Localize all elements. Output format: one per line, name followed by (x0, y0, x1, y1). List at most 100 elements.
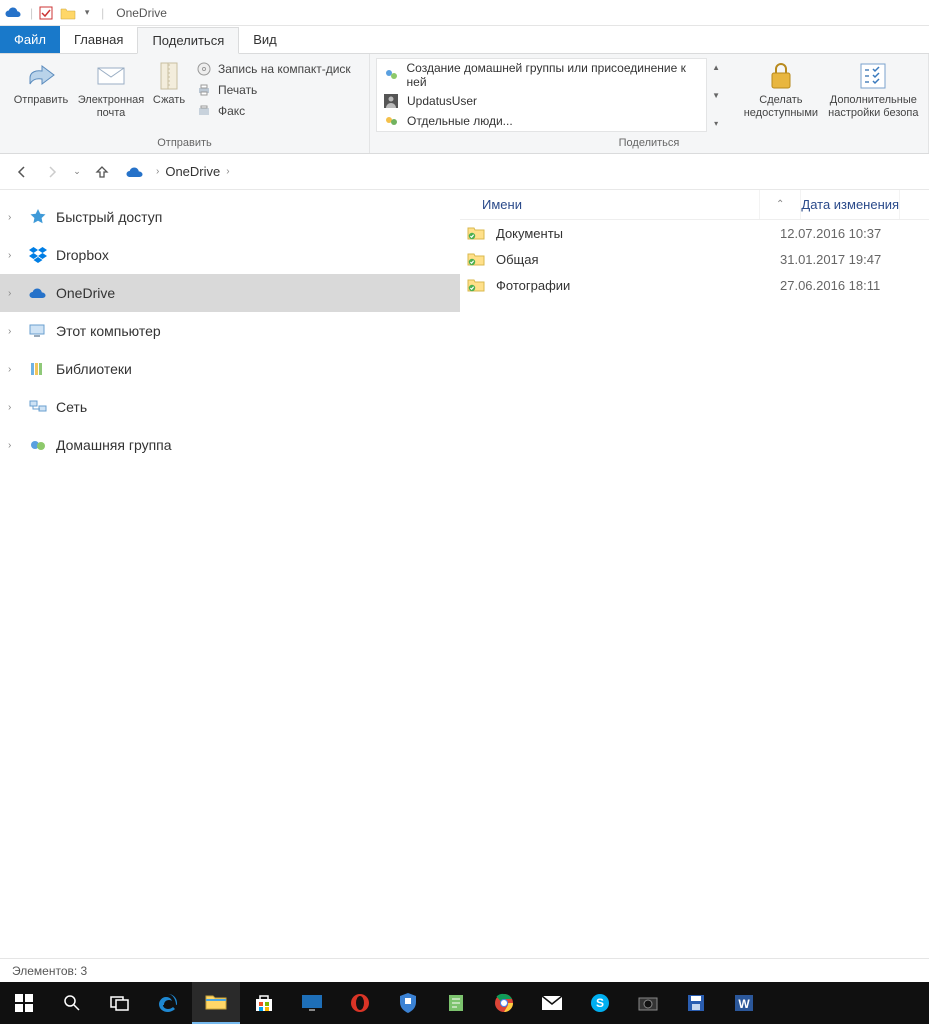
nav-forward-button[interactable] (40, 160, 64, 184)
address-bar: ⌄ › OneDrive › (0, 154, 929, 190)
send-small-list: Запись на компакт-диск Печать Факс (192, 58, 355, 120)
folder-name: Фотографии (496, 278, 780, 293)
edge-button[interactable] (144, 982, 192, 1024)
network-icon (28, 397, 48, 417)
nav-libraries[interactable]: › Библиотеки (0, 350, 460, 388)
tab-share[interactable]: Поделиться (137, 27, 239, 54)
folder-row[interactable]: Документы12.07.2016 10:37 (460, 220, 929, 246)
folder-date: 27.06.2016 18:11 (780, 278, 880, 293)
start-button[interactable] (0, 982, 48, 1024)
search-button[interactable] (48, 982, 96, 1024)
folder-row[interactable]: Общая31.01.2017 19:47 (460, 246, 929, 272)
titlebar: | ▾ | OneDrive (0, 0, 929, 26)
share-group-label: Поделиться (370, 135, 928, 153)
share-homegroup[interactable]: Создание домашней группы или присоединен… (377, 59, 706, 91)
chevron-right-icon[interactable]: › (8, 364, 22, 375)
chevron-right-icon-2[interactable]: › (226, 166, 229, 177)
printer-icon (196, 82, 212, 98)
folder-name: Документы (496, 226, 780, 241)
scroll-up-icon[interactable]: ▲ (709, 60, 723, 74)
send-group-label: Отправить (0, 135, 369, 153)
column-name[interactable]: Имени (460, 190, 760, 219)
camera-app-button[interactable] (624, 982, 672, 1024)
file-list: Документы12.07.2016 10:37Общая31.01.2017… (460, 220, 929, 298)
security-app-button[interactable] (384, 982, 432, 1024)
nav-homegroup[interactable]: › Домашняя группа (0, 426, 460, 464)
make-unavailable-button[interactable]: Сделать недоступными (737, 58, 825, 120)
mail-button[interactable] (528, 982, 576, 1024)
share-updatus-label: UpdatusUser (407, 94, 477, 108)
status-bar: Элементов: 3 (0, 958, 929, 982)
window-title: OneDrive (116, 6, 167, 20)
main-area: › Быстрый доступ › Dropbox › OneDrive › … (0, 190, 929, 960)
store-button[interactable] (240, 982, 288, 1024)
chevron-right-icon[interactable]: › (8, 212, 22, 223)
nav-onedrive[interactable]: › OneDrive (0, 274, 460, 312)
nav-recent-dropdown[interactable]: ⌄ (70, 160, 84, 184)
chevron-right-icon[interactable]: › (8, 326, 22, 337)
opera-button[interactable] (336, 982, 384, 1024)
sort-indicator-icon[interactable]: ⌃ (760, 190, 801, 219)
chevron-right-icon[interactable]: › (8, 288, 22, 299)
scroll-more-icon[interactable]: ▾ (709, 116, 723, 130)
make-unavailable-label: Сделать недоступными (737, 94, 825, 120)
tab-file[interactable]: Файл (0, 26, 60, 53)
ribbon: Отправить Электронная почта Сжать (0, 54, 929, 154)
advanced-security-button[interactable]: Дополнительные настройки безопа (825, 58, 922, 120)
breadcrumb-onedrive[interactable]: OneDrive (165, 164, 220, 179)
properties-check-icon[interactable] (37, 4, 55, 22)
email-button[interactable]: Электронная почта (76, 58, 146, 120)
nav-up-button[interactable] (90, 160, 114, 184)
scroll-down-icon[interactable]: ▼ (709, 88, 723, 102)
breadcrumb[interactable]: › OneDrive › (120, 159, 919, 185)
status-element-count: Элементов: 3 (12, 964, 87, 978)
share-with-list: Создание домашней группы или присоединен… (376, 58, 707, 132)
share-updatususer[interactable]: UpdatusUser (377, 91, 706, 111)
tab-home[interactable]: Главная (60, 26, 137, 53)
print-button[interactable]: Печать (192, 81, 355, 99)
tab-view[interactable]: Вид (239, 26, 291, 53)
checklist-icon (857, 60, 889, 92)
star-icon (28, 207, 48, 227)
word-button[interactable]: W (720, 982, 768, 1024)
burn-disc-button[interactable]: Запись на компакт-диск (192, 60, 355, 78)
ribbon-tabs: Файл Главная Поделиться Вид (0, 26, 929, 54)
chevron-right-icon[interactable]: › (8, 402, 22, 413)
fax-button[interactable]: Факс (192, 102, 355, 120)
qa-dropdown-icon[interactable]: ▾ (81, 4, 93, 22)
nav-quick-label: Быстрый доступ (56, 209, 162, 225)
taskbar: S W (0, 982, 929, 1024)
compress-button[interactable]: Сжать (146, 58, 192, 107)
send-button[interactable]: Отправить (6, 58, 76, 107)
person-dark-icon (383, 93, 399, 109)
nav-network-label: Сеть (56, 399, 87, 415)
fax-icon (196, 103, 212, 119)
share-specific-people[interactable]: Отдельные люди... (377, 111, 706, 131)
homegroup-icon (28, 435, 48, 455)
nav-onedrive-label: OneDrive (56, 285, 115, 301)
chevron-right-icon[interactable]: › (156, 166, 159, 177)
chevron-right-icon[interactable]: › (8, 440, 22, 451)
skype-button[interactable]: S (576, 982, 624, 1024)
chevron-right-icon[interactable]: › (8, 250, 22, 261)
folder-icon[interactable] (59, 4, 77, 22)
nav-quick-access[interactable]: › Быстрый доступ (0, 198, 460, 236)
chrome-button[interactable] (480, 982, 528, 1024)
task-view-button[interactable] (96, 982, 144, 1024)
file-explorer-button[interactable] (192, 982, 240, 1024)
nav-network[interactable]: › Сеть (0, 388, 460, 426)
folder-name: Общая (496, 252, 780, 267)
onedrive-nav-icon (28, 283, 48, 303)
folder-row[interactable]: Фотографии27.06.2016 18:11 (460, 272, 929, 298)
save-disk-button[interactable] (672, 982, 720, 1024)
synced-folder-icon (466, 223, 486, 243)
notes-app-button[interactable] (432, 982, 480, 1024)
pc-icon (28, 321, 48, 341)
nav-this-pc[interactable]: › Этот компьютер (0, 312, 460, 350)
column-date[interactable]: Дата изменения (801, 190, 900, 219)
nav-back-button[interactable] (10, 160, 34, 184)
qa-separator: | (30, 6, 33, 20)
nav-dropbox[interactable]: › Dropbox (0, 236, 460, 274)
monitor-app-button[interactable] (288, 982, 336, 1024)
advanced-security-label: Дополнительные настройки безопа (825, 94, 922, 120)
